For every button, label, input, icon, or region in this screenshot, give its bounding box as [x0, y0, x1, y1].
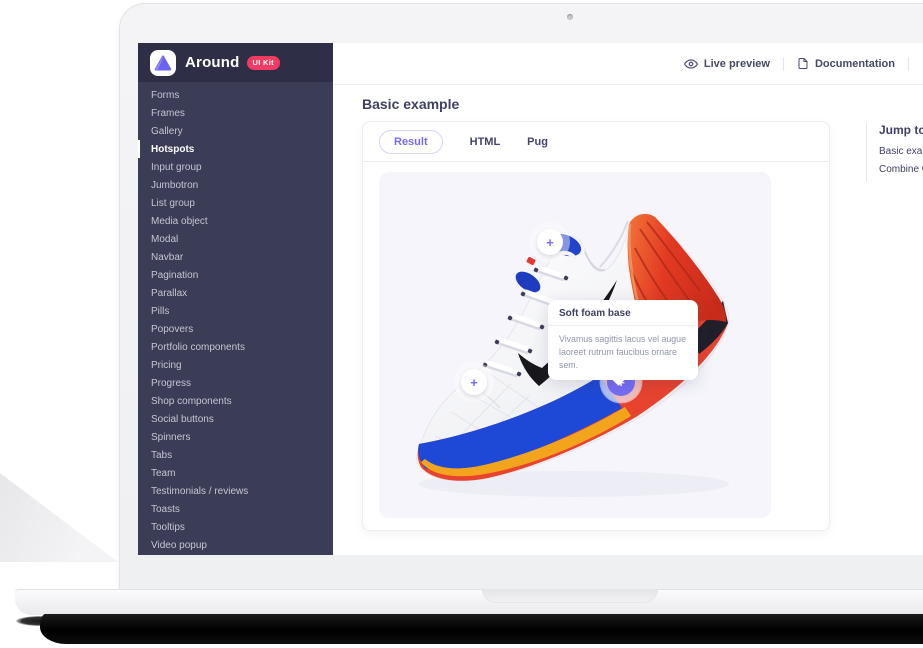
laptop-underside — [40, 614, 923, 644]
sidebar-item-gallery[interactable]: Gallery — [138, 122, 333, 140]
hotspot-button-side[interactable]: + — [461, 369, 487, 395]
sidebar-item-tabs[interactable]: Tabs — [138, 446, 333, 464]
live-preview-link[interactable]: Live preview — [684, 57, 770, 71]
laptop-base-notch — [482, 589, 658, 603]
sidebar-item-toasts[interactable]: Toasts — [138, 500, 333, 518]
ui-kit-badge: UI Kit — [247, 56, 280, 70]
page: Around UI Kit Forms Frames Gallery Hotsp… — [0, 0, 923, 648]
hotspot-tooltip: Soft foam base Vivamus sagittis lacus ve… — [548, 300, 698, 380]
sidebar-item-modal[interactable]: Modal — [138, 230, 333, 248]
jump-to-title: Jump to — [879, 123, 923, 137]
plus-icon: + — [546, 236, 554, 249]
sidebar-item-portfolio-components[interactable]: Portfolio components — [138, 338, 333, 356]
laptop-screen: Around UI Kit Forms Frames Gallery Hotsp… — [138, 43, 923, 555]
sidebar-item-team[interactable]: Team — [138, 464, 333, 482]
tooltip-title: Soft foam base — [548, 300, 698, 326]
sidebar-item-forms[interactable]: Forms — [138, 86, 333, 104]
sidebar-item-pricing[interactable]: Pricing — [138, 356, 333, 374]
hotspot-button-tongue[interactable]: + — [537, 229, 563, 255]
sidebar-item-social-buttons[interactable]: Social buttons — [138, 410, 333, 428]
brand-name: Around — [185, 54, 240, 71]
plus-icon: + — [470, 376, 478, 389]
example-card: Result HTML Pug — [362, 121, 830, 531]
sidebar-item-video-popup[interactable]: Video popup — [138, 536, 333, 554]
sidebar-nav: Forms Frames Gallery Hotspots Input grou… — [138, 82, 333, 554]
sidebar-item-media-object[interactable]: Media object — [138, 212, 333, 230]
sidebar-item-shop-components[interactable]: Shop components — [138, 392, 333, 410]
sidebar-item-hotspots[interactable]: Hotspots — [138, 140, 333, 158]
page-title: Basic example — [362, 96, 459, 112]
sidebar-item-list-group[interactable]: List group — [138, 194, 333, 212]
jump-link-basic-example[interactable]: Basic examp — [879, 146, 923, 157]
sidebar-item-pills[interactable]: Pills — [138, 302, 333, 320]
sidebar-item-tooltips[interactable]: Tooltips — [138, 518, 333, 536]
sidebar-item-testimonials[interactable]: Testimonials / reviews — [138, 482, 333, 500]
documentation-label: Documentation — [815, 58, 895, 70]
sidebar-item-jumbotron[interactable]: Jumbotron — [138, 176, 333, 194]
live-preview-label: Live preview — [704, 58, 770, 70]
sidebar-item-pagination[interactable]: Pagination — [138, 266, 333, 284]
sidebar-item-progress[interactable]: Progress — [138, 374, 333, 392]
background-shape — [0, 473, 118, 562]
document-icon — [797, 57, 809, 70]
hotspots-preview: + + + Soft foam base Vivamus sagittis la… — [379, 172, 771, 518]
divider — [908, 57, 909, 71]
sidebar-header: Around UI Kit — [138, 43, 333, 82]
sidebar-item-input-group[interactable]: Input group — [138, 158, 333, 176]
sidebar-item-frames[interactable]: Frames — [138, 104, 333, 122]
tooltip-body: Vivamus sagittis lacus vel augue laoreet… — [548, 326, 698, 380]
webcam-icon — [567, 14, 573, 20]
sidebar-item-popovers[interactable]: Popovers — [138, 320, 333, 338]
brand-logo[interactable] — [150, 50, 176, 76]
sidebar-item-spinners[interactable]: Spinners — [138, 428, 333, 446]
sidebar: Around UI Kit Forms Frames Gallery Hotsp… — [138, 43, 333, 555]
tabbar: Result HTML Pug — [363, 122, 829, 162]
sidebar-item-navbar[interactable]: Navbar — [138, 248, 333, 266]
jump-link-combine[interactable]: Combine wi — [879, 164, 923, 175]
tab-html[interactable]: HTML — [470, 136, 501, 148]
laptop-base — [15, 589, 923, 615]
jump-to-panel: Jump to Basic examp Combine wi — [866, 123, 923, 182]
around-logo-icon — [154, 54, 172, 72]
sidebar-item-parallax[interactable]: Parallax — [138, 284, 333, 302]
eye-icon — [684, 57, 698, 71]
documentation-link[interactable]: Documentation — [797, 57, 895, 70]
topbar: Live preview Documentation — [333, 43, 923, 85]
divider — [783, 57, 784, 71]
tab-result[interactable]: Result — [379, 130, 443, 154]
tab-pug[interactable]: Pug — [527, 136, 548, 148]
